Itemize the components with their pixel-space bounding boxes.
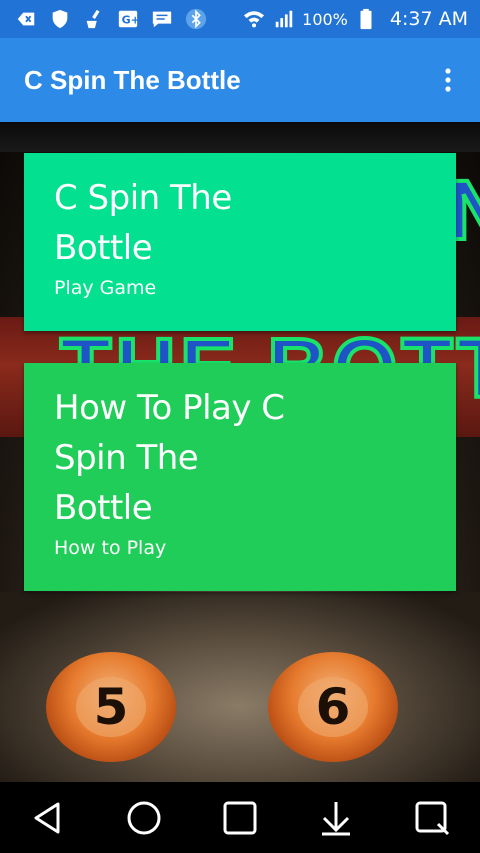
play-game-card[interactable]: C Spin The Bottle Play Game xyxy=(24,153,456,331)
svg-text:G+: G+ xyxy=(122,14,139,27)
shield-icon xyxy=(48,8,72,30)
nav-recents-button[interactable] xyxy=(210,788,270,848)
notification-icons: G+ xyxy=(0,8,208,30)
back-icon xyxy=(34,802,60,833)
card-title: How To Play C Spin The Bottle xyxy=(54,388,285,528)
card-subtitle: How to Play xyxy=(54,537,167,559)
more-vert-icon xyxy=(445,68,451,92)
how-to-play-card[interactable]: How To Play C Spin The Bottle How to Pla… xyxy=(24,363,456,591)
battery-icon xyxy=(354,8,378,30)
nav-qslide-button[interactable] xyxy=(402,788,462,848)
qslide-icon xyxy=(415,801,450,835)
download-icon xyxy=(322,801,350,835)
ball-number: 6 xyxy=(298,677,368,737)
system-status: 100% 4:37 AM xyxy=(242,8,480,30)
battery-percentage: 100% xyxy=(302,9,348,29)
google-plus-icon: G+ xyxy=(116,8,140,30)
more-options-button[interactable] xyxy=(424,56,472,104)
wifi-icon xyxy=(242,8,266,30)
ball-number: 5 xyxy=(76,677,146,737)
app-title: C Spin The Bottle xyxy=(24,64,241,95)
back-notification-icon xyxy=(14,8,38,30)
status-bar: G+ 100% 4:37 AM xyxy=(0,0,480,38)
card-subtitle: Play Game xyxy=(54,277,157,299)
billiard-ball-5: 5 xyxy=(46,652,176,762)
card-title: C Spin The Bottle xyxy=(54,178,232,268)
bluetooth-icon xyxy=(184,8,208,30)
home-icon xyxy=(127,801,161,834)
billiard-ball-6: 6 xyxy=(268,652,398,762)
app-bar: C Spin The Bottle xyxy=(0,38,480,122)
background-dark-band xyxy=(0,122,480,152)
navigation-bar xyxy=(0,782,480,853)
cleaner-icon xyxy=(82,8,106,30)
message-icon xyxy=(150,8,174,30)
clock: 4:37 AM xyxy=(389,8,468,30)
recents-icon xyxy=(223,801,257,834)
signal-icon xyxy=(272,8,296,30)
nav-notifications-button[interactable] xyxy=(306,788,366,848)
nav-back-button[interactable] xyxy=(18,788,78,848)
nav-home-button[interactable] xyxy=(114,788,174,848)
